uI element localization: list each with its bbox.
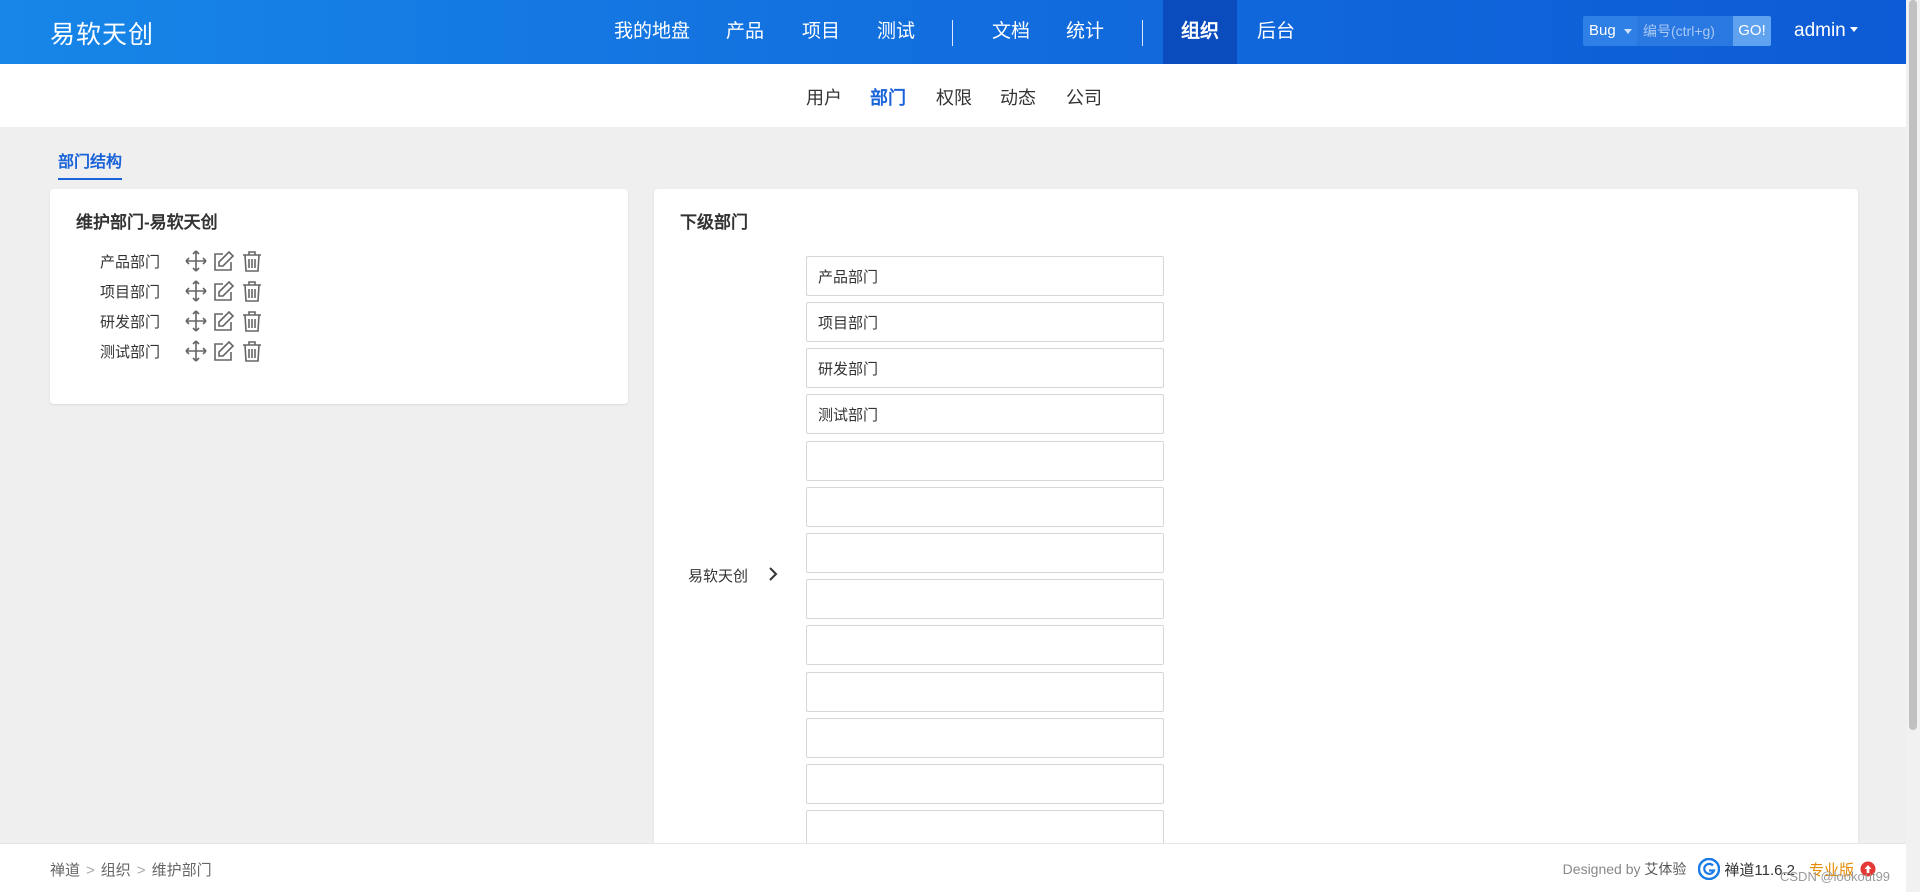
subnav-company[interactable]: 公司 [1066, 84, 1102, 110]
subnav-user[interactable]: 用户 [806, 84, 842, 110]
breadcrumb-item: 维护部门 [151, 862, 212, 879]
child-dept-input[interactable] [806, 764, 1164, 804]
designed-by[interactable]: Designed by 艾体验 [1563, 859, 1687, 879]
edit-icon[interactable] [212, 249, 236, 273]
nav-divider [1142, 20, 1143, 46]
breadcrumb-item[interactable]: 组织 [101, 862, 131, 879]
nav-product[interactable]: 产品 [714, 0, 776, 64]
subnav-dept[interactable]: 部门 [870, 84, 906, 110]
nav-doc[interactable]: 文档 [980, 0, 1042, 64]
designed-by-prefix: Designed by [1562, 861, 1641, 877]
nav-report[interactable]: 统计 [1054, 0, 1116, 64]
breadcrumb-separator: > [86, 862, 95, 879]
search-type-label: Bug [1589, 22, 1616, 39]
tree-item-label[interactable]: 研发部门 [100, 311, 180, 332]
child-dept-input[interactable] [806, 441, 1164, 481]
edit-icon[interactable] [212, 339, 236, 363]
tree-item: 项目部门 [100, 279, 264, 303]
breadcrumb: 禅道 > 组织 > 维护部门 [50, 859, 212, 880]
designed-by-name: 艾体验 [1644, 861, 1687, 877]
child-dept-input[interactable] [806, 579, 1164, 619]
move-icon[interactable] [184, 249, 208, 273]
move-icon[interactable] [184, 339, 208, 363]
caret-down-icon [1624, 29, 1632, 34]
tree-item-label[interactable]: 产品部门 [100, 251, 180, 272]
nav-company[interactable]: 组织 [1163, 0, 1237, 64]
tree-item-label[interactable]: 项目部门 [100, 281, 180, 302]
move-icon[interactable] [184, 309, 208, 333]
parent-dept-label: 易软天创 [688, 568, 749, 585]
tree-item-label[interactable]: 测试部门 [100, 341, 180, 362]
delete-icon[interactable] [240, 339, 264, 363]
nav-admin[interactable]: 后台 [1245, 0, 1307, 64]
nav-project[interactable]: 项目 [790, 0, 852, 64]
user-name: admin [1794, 20, 1846, 41]
child-dept-input[interactable] [806, 487, 1164, 527]
child-dept-input[interactable] [806, 256, 1164, 296]
dept-tree-panel: 维护部门-易软天创 产品部门 项目部门 研发部门 测试部门 [50, 189, 628, 404]
panel-title: 维护部门-易软天创 [76, 213, 218, 232]
search-box: Bug GO! [1583, 16, 1771, 46]
tree-item: 测试部门 [100, 339, 264, 363]
breadcrumb-item[interactable]: 禅道 [50, 862, 80, 879]
watermark: CSDN @lookout99 [1780, 869, 1891, 884]
page-scrollbar[interactable] [1906, 0, 1920, 892]
edit-icon[interactable] [212, 279, 236, 303]
search-go-button[interactable]: GO! [1733, 16, 1771, 46]
child-dept-input[interactable] [806, 625, 1164, 665]
child-dept-input[interactable] [806, 672, 1164, 712]
subnav-dynamic[interactable]: 动态 [1000, 84, 1036, 110]
search-type-select[interactable]: Bug [1583, 16, 1637, 46]
subnav-group[interactable]: 权限 [936, 84, 972, 110]
nav-my[interactable]: 我的地盘 [604, 0, 700, 64]
tree-item: 产品部门 [100, 249, 264, 273]
child-dept-panel: 下级部门 易软天创 [654, 189, 1858, 892]
top-header: 易软天创 我的地盘 产品 项目 测试 文档 统计 组织 后台 Bug GO! a… [0, 0, 1906, 64]
chevron-right-icon [769, 567, 778, 581]
search-input[interactable] [1637, 16, 1733, 46]
tab-dept-structure[interactable]: 部门结构 [58, 148, 123, 180]
tree-item: 研发部门 [100, 309, 264, 333]
footer: 禅道 > 组织 > 维护部门 Designed by 艾体验 禅道11.6.2 专业版 [0, 843, 1906, 892]
panel-title: 下级部门 [680, 213, 748, 232]
child-dept-input[interactable] [806, 302, 1164, 342]
nav-divider [952, 20, 953, 46]
child-dept-input[interactable] [806, 533, 1164, 573]
move-icon[interactable] [184, 279, 208, 303]
edit-icon[interactable] [212, 309, 236, 333]
child-dept-input[interactable] [806, 394, 1164, 434]
caret-down-icon [1849, 27, 1858, 32]
delete-icon[interactable] [240, 249, 264, 273]
breadcrumb-separator: > [136, 862, 146, 879]
child-dept-input[interactable] [806, 718, 1164, 758]
scrollbar-thumb[interactable] [1909, 0, 1917, 730]
delete-icon[interactable] [240, 279, 264, 303]
user-menu[interactable]: admin [1794, 20, 1858, 42]
delete-icon[interactable] [240, 309, 264, 333]
child-dept-input[interactable] [806, 348, 1164, 388]
zentao-logo-icon [1698, 858, 1721, 880]
nav-qa[interactable]: 测试 [865, 0, 927, 64]
sub-nav: 用户 部门 权限 动态 公司 [0, 64, 1906, 127]
